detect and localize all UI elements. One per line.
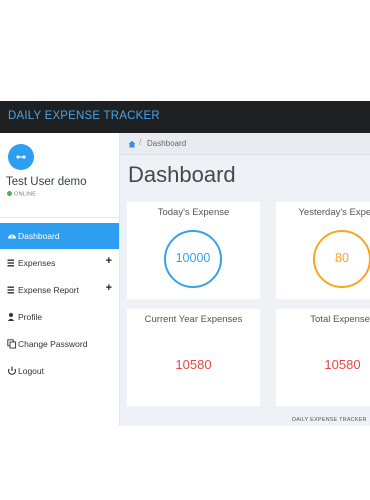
yesterdays-expense-ring: 80 (313, 230, 370, 288)
home-icon[interactable] (128, 140, 136, 148)
sidebar-item-profile[interactable]: Profile (0, 304, 119, 330)
avatar[interactable] (8, 144, 34, 170)
sidebar-item-logout[interactable]: Logout (0, 358, 119, 384)
sidebar-divider (0, 217, 119, 218)
sidebar-item-expense-report[interactable]: Expense Report + (0, 277, 119, 303)
sidebar-item-label: Dashboard (18, 231, 60, 241)
card-title: Yesterday's Expense (298, 207, 370, 218)
app-window: DAILY EXPENSE TRACKER Test User demo ONL… (0, 101, 370, 426)
sidebar-item-label: Change Password (18, 339, 88, 349)
top-navbar: DAILY EXPENSE TRACKER (0, 101, 370, 133)
expand-plus-icon[interactable]: + (106, 255, 112, 267)
yesterdays-expense-value: 80 (335, 251, 349, 265)
page-title: Dashboard (128, 162, 236, 187)
breadcrumb-current: Dashboard (147, 139, 187, 148)
todays-expense-ring: 10000 (164, 230, 222, 288)
sidebar: Test User demo ONLINE Dashboard Expenses… (0, 133, 120, 426)
sidebar-item-label: Profile (18, 312, 43, 322)
sidebar-item-label: Logout (18, 366, 44, 376)
brand-title[interactable]: DAILY EXPENSE TRACKER (8, 110, 160, 122)
power-icon (8, 366, 16, 375)
online-dot-icon (7, 191, 12, 196)
sidebar-item-label: Expense Report (18, 285, 79, 295)
list-icon (7, 259, 14, 267)
todays-expense-card: Today's Expense 10000 (127, 202, 260, 299)
expand-plus-icon[interactable]: + (106, 282, 112, 294)
yesterdays-expense-card: Yesterday's Expense 80 (276, 202, 370, 299)
current-year-expenses-card: Current Year Expenses 10580 (127, 309, 260, 406)
user-icon (7, 313, 15, 321)
copy-icon (7, 339, 16, 349)
sidebar-item-dashboard[interactable]: Dashboard (0, 223, 119, 249)
todays-expense-value: 10000 (175, 251, 211, 265)
user-name: Test User demo (6, 176, 87, 188)
sidebar-item-change-password[interactable]: Change Password (0, 331, 119, 357)
status-label: ONLINE (14, 191, 37, 198)
card-title: Today's Expense (157, 207, 230, 218)
avatar-image-icon (16, 155, 26, 159)
list-icon (7, 286, 14, 294)
sidebar-item-label: Expenses (18, 258, 56, 268)
card-title: Total Expenses (310, 314, 370, 325)
current-year-expenses-value: 10580 (175, 357, 212, 372)
breadcrumb: / Dashboard (120, 133, 370, 155)
breadcrumb-separator: / (139, 138, 142, 147)
sidebar-item-expenses[interactable]: Expenses + (0, 250, 119, 276)
total-expenses-card: Total Expenses 10580 (276, 309, 370, 406)
footer-text: DAILY EXPENSE TRACKER (292, 417, 367, 423)
online-status: ONLINE (7, 191, 36, 198)
card-title: Current Year Expenses (144, 314, 243, 325)
total-expenses-value: 10580 (324, 357, 361, 372)
dashboard-icon (8, 234, 16, 239)
